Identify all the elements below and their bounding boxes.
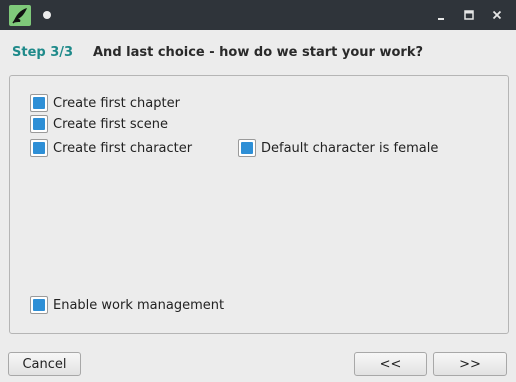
minimize-button[interactable] [432,6,450,24]
checkbox-box[interactable] [30,296,48,314]
checkbox-label[interactable]: Create first chapter [53,96,180,111]
default-character-female-checkbox[interactable]: Default character is female [238,138,438,158]
minimize-icon [438,18,444,20]
checked-mark-icon [241,142,253,154]
checked-mark-icon [33,299,45,311]
close-button[interactable] [488,6,506,24]
checkbox-label[interactable]: Enable work management [53,298,224,313]
maximize-icon [464,10,474,20]
checkbox-label[interactable]: Create first character [53,141,192,156]
back-button[interactable]: << [354,352,427,376]
checkbox-box[interactable] [30,115,48,133]
checkbox-box[interactable] [30,139,48,157]
title-bar [0,0,516,30]
checkbox-box[interactable] [238,139,256,157]
checked-mark-icon [33,142,45,154]
create-first-scene-checkbox[interactable]: Create first scene [30,114,168,134]
create-first-chapter-checkbox[interactable]: Create first chapter [30,93,180,113]
checkbox-label[interactable]: Default character is female [261,141,438,156]
sticky-indicator-icon[interactable] [43,11,51,19]
enable-work-management-checkbox[interactable]: Enable work management [30,295,224,315]
checked-mark-icon [33,97,45,109]
maximize-button[interactable] [460,6,478,24]
page-title: And last choice - how do we start your w… [93,45,424,60]
checkbox-box[interactable] [30,94,48,112]
next-button[interactable]: >> [433,352,507,376]
checked-mark-icon [33,118,45,130]
quill-icon [9,5,31,26]
close-icon [492,10,502,20]
cancel-button[interactable]: Cancel [8,352,81,376]
create-first-character-checkbox[interactable]: Create first character [30,138,192,158]
step-indicator: Step 3/3 [12,45,74,60]
checkbox-label[interactable]: Create first scene [53,117,168,132]
